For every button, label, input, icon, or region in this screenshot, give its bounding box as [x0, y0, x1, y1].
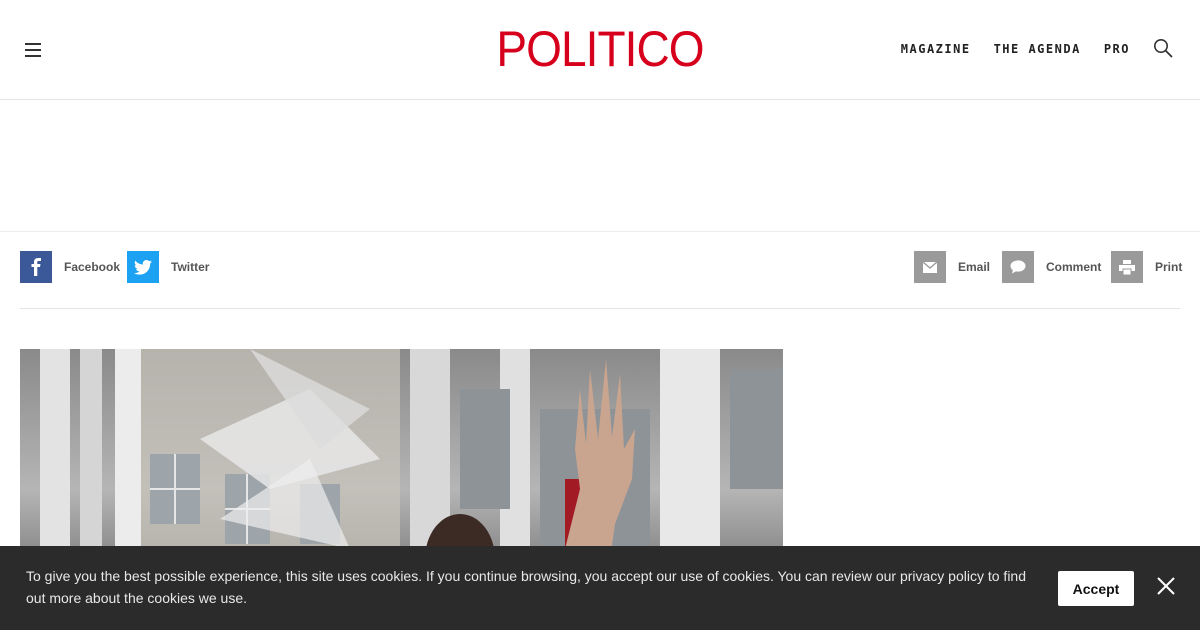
share-facebook[interactable]: Facebook	[20, 251, 120, 283]
menu-bar	[25, 43, 41, 45]
email-label: Email	[958, 260, 991, 274]
twitter-label: Twitter	[171, 260, 210, 274]
accept-cookies-button[interactable]: Accept	[1058, 571, 1134, 606]
twitter-icon	[127, 251, 159, 283]
share-twitter[interactable]: Twitter	[127, 251, 209, 283]
page: POLITICO MAGAZINE THE AGENDA PRO Faceboo…	[0, 0, 1200, 630]
cookie-message: To give you the best possible experience…	[26, 568, 1027, 606]
search-icon[interactable]	[1153, 38, 1173, 58]
comment-label: Comment	[1046, 260, 1102, 274]
share-comment[interactable]: Comment	[1002, 251, 1101, 283]
top-nav: MAGAZINE THE AGENDA PRO	[901, 42, 1130, 56]
envelope-icon	[914, 251, 946, 283]
facebook-icon	[20, 251, 52, 283]
speech-bubble-icon	[1002, 251, 1034, 283]
print-label: Print	[1155, 260, 1183, 274]
site-header: POLITICO MAGAZINE THE AGENDA PRO	[0, 0, 1200, 100]
facebook-label: Facebook	[64, 260, 121, 274]
menu-bar	[25, 49, 41, 51]
close-icon[interactable]	[1157, 577, 1175, 595]
share-print[interactable]: Print	[1111, 251, 1182, 283]
share-divider	[20, 308, 1180, 309]
hamburger-menu-icon[interactable]	[25, 43, 41, 57]
nav-magazine[interactable]: MAGAZINE	[901, 42, 971, 56]
cookie-banner: To give you the best possible experience…	[0, 546, 1200, 630]
share-bar: Facebook Twitter Email Comment Print	[0, 231, 1200, 309]
nav-pro[interactable]: PRO	[1104, 42, 1130, 56]
menu-bar	[25, 55, 41, 57]
nav-the-agenda[interactable]: THE AGENDA	[994, 42, 1081, 56]
share-email[interactable]: Email	[914, 251, 990, 283]
printer-icon	[1111, 251, 1143, 283]
